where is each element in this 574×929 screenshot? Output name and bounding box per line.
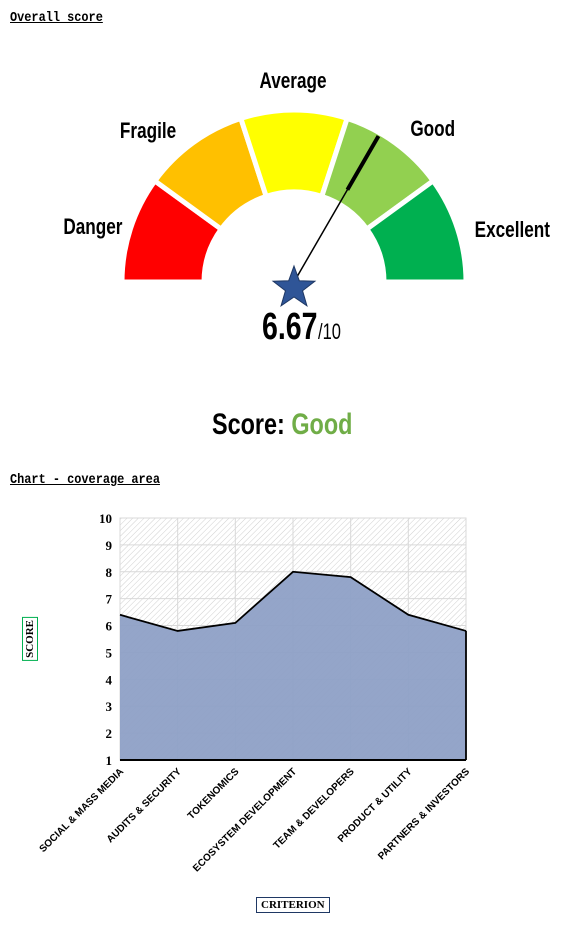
y-tick-label: 9	[106, 538, 113, 553]
x-tick-label: PARTNERS & INVESTORS	[376, 766, 472, 862]
y-tick-label: 3	[106, 699, 113, 714]
x-tick-label: TOKENOMICS	[186, 766, 242, 822]
y-tick-label: 1	[106, 753, 113, 768]
x-axis-label: CRITERION	[256, 897, 330, 913]
y-tick-label: 7	[106, 592, 113, 607]
y-tick-label: 6	[106, 619, 113, 634]
x-tick-label: ECOSYSTEM DEVELOPMENT	[191, 766, 299, 874]
y-tick-label: 8	[106, 565, 113, 580]
y-tick-label: 4	[106, 672, 113, 687]
y-tick-label: 5	[106, 645, 113, 660]
y-tick-label: 10	[99, 511, 112, 526]
area-chart: 12345678910SOCIAL & MASS MEDIAAUDITS & S…	[38, 511, 473, 874]
y-axis-label: SCORE	[22, 617, 38, 661]
y-tick-label: 2	[106, 726, 113, 741]
